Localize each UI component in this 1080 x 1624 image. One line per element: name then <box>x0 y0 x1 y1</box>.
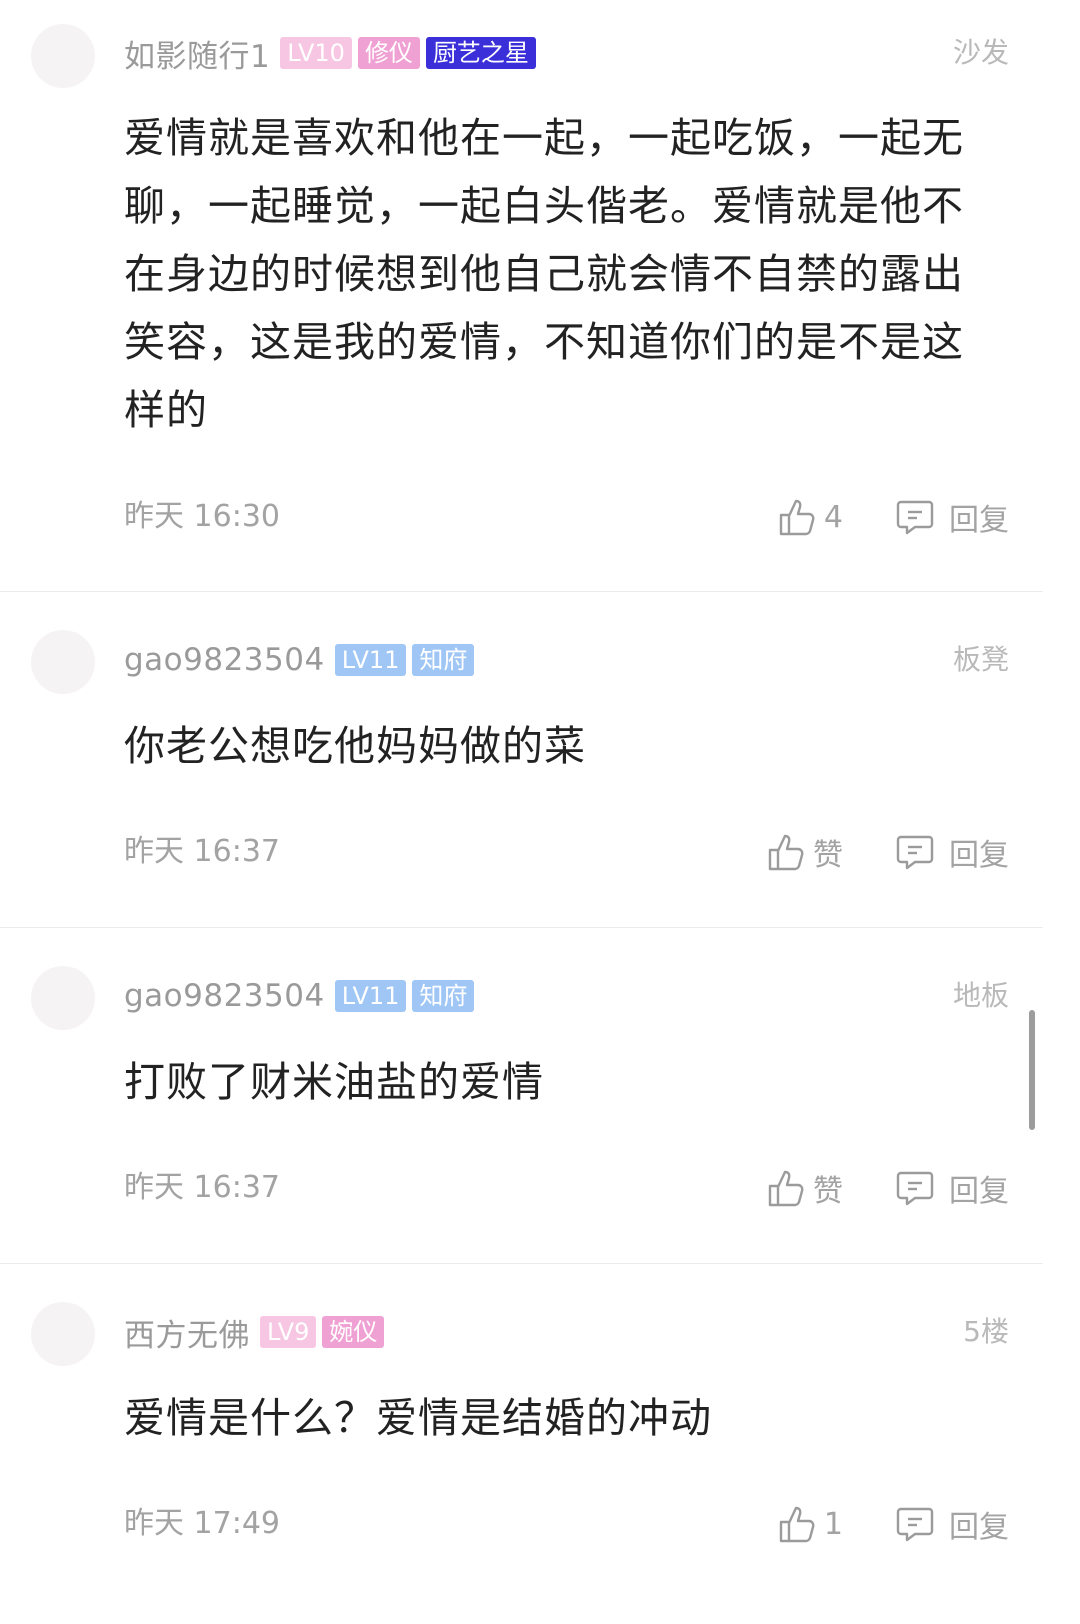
scrollbar[interactable] <box>1029 1010 1035 1130</box>
floor-label: 板凳 <box>952 643 1009 676</box>
title-badge: 修仪 <box>357 37 420 69</box>
reply-button[interactable]: 回复 <box>895 1502 1009 1546</box>
comment-text: 你老公想吃他妈妈做的菜 <box>124 722 586 770</box>
title-badge: 知府 <box>412 980 475 1012</box>
comment-actions: 赞 回复 <box>767 1166 1009 1210</box>
comment-time: 昨天 16:30 <box>124 499 280 534</box>
like-button[interactable]: 1 <box>778 1504 843 1544</box>
username[interactable]: gao9823504 <box>124 642 325 678</box>
honor-badge: 厨艺之星 <box>425 37 536 69</box>
comment-header: 如影随行1 LV10 修仪 厨艺之星 <box>124 31 536 76</box>
reply-button[interactable]: 回复 <box>895 830 1009 874</box>
comment-time: 昨天 17:49 <box>124 1506 280 1541</box>
username[interactable]: 西方无佛 <box>124 1310 250 1355</box>
comment-header: 西方无佛 LV9 婉仪 <box>124 1310 385 1355</box>
comment-actions: 赞 回复 <box>767 830 1009 874</box>
like-button[interactable]: 赞 <box>767 1166 843 1210</box>
like-button[interactable]: 赞 <box>767 830 843 874</box>
comment-time: 昨天 16:37 <box>124 1170 280 1205</box>
like-count: 1 <box>823 1506 843 1542</box>
like-label: 赞 <box>813 838 843 873</box>
thumbs-up-icon <box>778 1504 816 1544</box>
thumbs-up-icon <box>767 832 805 872</box>
floor-label: 沙发 <box>952 36 1009 69</box>
level-badge: LV9 <box>260 1316 317 1348</box>
reply-label: 回复 <box>949 1510 1009 1545</box>
comment-text: 爱情是什么？爱情是结婚的冲动 <box>124 1394 712 1442</box>
comment-text: 爱情就是喜欢和他在一起，一起吃饭，一起无聊，一起睡觉，一起白头偕老。爱情就是他不… <box>124 114 964 434</box>
comment-actions: 1 回复 <box>778 1502 1009 1546</box>
username[interactable]: gao9823504 <box>124 978 325 1014</box>
title-badge: 知府 <box>412 644 475 676</box>
level-badge: LV10 <box>280 37 352 69</box>
thumbs-up-icon <box>778 497 816 537</box>
username[interactable]: 如影随行1 <box>124 31 270 76</box>
level-badge: LV11 <box>334 644 407 676</box>
reply-label: 回复 <box>949 503 1009 538</box>
comment-text: 打败了财米油盐的爱情 <box>124 1058 544 1106</box>
floor-label: 5楼 <box>963 1315 1009 1348</box>
title-badge: 婉仪 <box>322 1316 385 1348</box>
comment-bubble-icon <box>895 497 935 537</box>
comment-1: 如影随行1 LV10 修仪 厨艺之星 沙发 爱情就是喜欢和他在一起，一起吃饭，一… <box>0 0 1043 590</box>
level-badge: LV11 <box>334 980 407 1012</box>
like-button[interactable]: 4 <box>778 497 843 537</box>
comment-bubble-icon <box>895 1504 935 1544</box>
floor-label: 地板 <box>952 979 1009 1012</box>
comment-header: gao9823504 LV11 知府 <box>124 976 475 1016</box>
comment-2: gao9823504 LV11 知府 板凳 你老公想吃他妈妈做的菜 昨天 16:… <box>0 592 1043 926</box>
reply-label: 回复 <box>949 838 1009 873</box>
reply-button[interactable]: 回复 <box>895 495 1009 539</box>
avatar[interactable] <box>31 24 95 88</box>
comment-time: 昨天 16:37 <box>124 834 280 869</box>
reply-button[interactable]: 回复 <box>895 1166 1009 1210</box>
avatar[interactable] <box>31 630 95 694</box>
comment-header: gao9823504 LV11 知府 <box>124 640 475 680</box>
comment-bubble-icon <box>895 1168 935 1208</box>
comment-3: gao9823504 LV11 知府 地板 打败了财米油盐的爱情 昨天 16:3… <box>0 928 1043 1262</box>
like-label: 赞 <box>813 1174 843 1209</box>
reply-label: 回复 <box>949 1174 1009 1209</box>
avatar[interactable] <box>31 1302 95 1366</box>
comment-bubble-icon <box>895 832 935 872</box>
comment-actions: 4 回复 <box>778 495 1009 539</box>
thumbs-up-icon <box>767 1168 805 1208</box>
like-count: 4 <box>823 499 843 535</box>
comment-4: 西方无佛 LV9 婉仪 5楼 爱情是什么？爱情是结婚的冲动 昨天 17:49 1… <box>0 1264 1043 1568</box>
avatar[interactable] <box>31 966 95 1030</box>
